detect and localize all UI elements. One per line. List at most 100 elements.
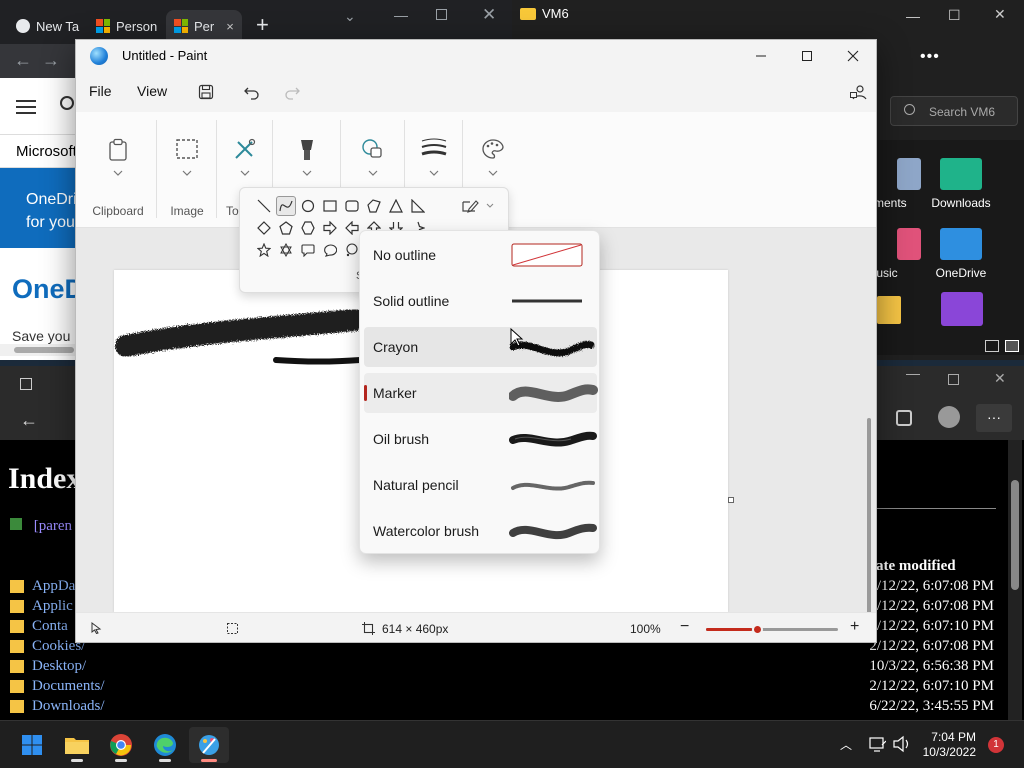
shape-pentagon[interactable] <box>276 218 296 238</box>
list-item[interactable]: Downloads/ <box>10 698 105 715</box>
maximize-icon[interactable] <box>948 374 959 385</box>
chevron-down-icon[interactable] <box>488 170 498 176</box>
shape-rectangle[interactable] <box>320 196 340 216</box>
collections-icon[interactable] <box>896 410 912 426</box>
zoom-in-button[interactable]: + <box>850 618 859 636</box>
chevron-down-icon[interactable] <box>182 170 192 176</box>
shape-rounded-rectangle[interactable] <box>342 196 362 216</box>
shape-hexagon[interactable] <box>298 218 318 238</box>
chevron-down-icon[interactable] <box>113 170 123 176</box>
menu-item-oil-brush[interactable]: Oil brush <box>364 419 597 459</box>
chevron-up-icon[interactable]: ︿ <box>840 736 852 753</box>
brush-icon[interactable] <box>297 138 317 164</box>
maximize-icon[interactable] <box>436 9 447 20</box>
start-button[interactable] <box>12 727 52 763</box>
list-item[interactable]: Conta <box>10 618 68 635</box>
redo-button[interactable] <box>278 80 306 104</box>
shape-curve[interactable] <box>276 196 296 216</box>
forward-icon[interactable]: → <box>42 50 60 71</box>
volume-icon[interactable] <box>892 735 912 753</box>
search-icon[interactable] <box>60 96 74 110</box>
taskbar-file-explorer[interactable] <box>57 727 97 763</box>
column-header-modified[interactable]: ate modified <box>876 558 956 575</box>
network-icon[interactable] <box>868 735 886 753</box>
shapes-icon[interactable] <box>361 138 385 160</box>
shape-right-arrow[interactable] <box>320 218 340 238</box>
menu-item-solid-outline[interactable]: Solid outline <box>364 281 597 321</box>
tab-actions-icon[interactable] <box>20 378 32 390</box>
back-icon[interactable]: ← <box>14 50 32 71</box>
minimize-icon[interactable] <box>906 374 920 375</box>
menu-item-natural-pencil[interactable]: Natural pencil <box>364 465 597 505</box>
videos-icon[interactable] <box>941 292 983 326</box>
list-item[interactable]: Documents/ <box>10 678 105 695</box>
select-icon[interactable] <box>175 138 199 160</box>
shape-callout-oval[interactable] <box>320 240 340 260</box>
save-button[interactable] <box>192 80 220 104</box>
paste-icon[interactable] <box>107 138 129 162</box>
undo-button[interactable] <box>238 80 266 104</box>
vertical-scrollbar[interactable] <box>1008 440 1022 720</box>
menu-file[interactable]: File <box>89 83 112 99</box>
zoom-slider-thumb[interactable] <box>752 624 763 635</box>
minimize-icon[interactable] <box>394 16 408 17</box>
chevron-down-icon[interactable] <box>429 170 439 176</box>
chevron-down-icon[interactable] <box>302 170 312 176</box>
folder-icon[interactable] <box>877 296 901 324</box>
shape-line[interactable] <box>254 196 274 216</box>
vertical-scrollbar[interactable] <box>867 418 871 612</box>
more-options-button[interactable]: ••• <box>920 48 940 66</box>
menu-item-watercolor-brush[interactable]: Watercolor brush <box>364 511 597 551</box>
browser-tab[interactable]: New Ta <box>8 10 86 42</box>
zoom-out-button[interactable]: − <box>680 618 689 636</box>
chevron-down-icon[interactable] <box>368 170 378 176</box>
zoom-level[interactable]: 100% <box>630 622 661 636</box>
shape-triangle[interactable] <box>386 196 406 216</box>
menu-view[interactable]: View <box>137 83 167 99</box>
shape-polygon[interactable] <box>364 196 384 216</box>
maximize-icon[interactable]: ☐ <box>948 7 961 24</box>
shape-oval[interactable] <box>298 196 318 216</box>
taskbar-paint[interactable] <box>189 727 229 763</box>
close-button[interactable] <box>830 44 876 68</box>
notification-badge[interactable]: 1 <box>988 737 1004 753</box>
chevron-down-icon[interactable]: ⌄ <box>344 8 356 25</box>
minimize-button[interactable] <box>738 44 784 68</box>
taskbar-chrome[interactable] <box>101 727 141 763</box>
shape-right-triangle[interactable] <box>408 196 428 216</box>
folder-onedrive[interactable]: OneDrive <box>921 228 1001 280</box>
list-item[interactable]: Desktop/ <box>10 658 86 675</box>
minimize-icon[interactable]: — <box>906 8 920 24</box>
menu-item-crayon[interactable]: Crayon <box>364 327 597 367</box>
settings-more-button[interactable]: ··· <box>976 404 1012 432</box>
resize-handle[interactable] <box>728 497 734 503</box>
chevron-down-icon[interactable] <box>240 170 250 176</box>
shape-six-point-star[interactable] <box>276 240 296 260</box>
folder-downloads[interactable]: Downloads <box>921 158 1001 210</box>
menu-item-no-outline[interactable]: No outline <box>364 235 597 275</box>
profile-avatar[interactable] <box>938 406 960 428</box>
maximize-button[interactable] <box>784 44 830 68</box>
close-icon[interactable]: ✕ <box>994 370 1006 387</box>
back-icon[interactable]: ← <box>20 410 38 431</box>
account-button[interactable] <box>844 80 872 104</box>
close-icon[interactable]: ✕ <box>994 6 1006 23</box>
close-icon[interactable]: × <box>226 19 234 34</box>
shape-diamond[interactable] <box>254 218 274 238</box>
palette-icon[interactable] <box>481 138 505 160</box>
parent-link[interactable]: [paren <box>10 518 72 535</box>
outline-dropdown-button[interactable] <box>458 196 498 216</box>
size-icon[interactable] <box>421 138 447 158</box>
tools-icon[interactable] <box>232 138 258 162</box>
hamburger-menu-icon[interactable] <box>16 100 36 118</box>
close-icon[interactable]: ✕ <box>482 5 496 25</box>
tiles-view-icon[interactable] <box>1005 340 1019 352</box>
browser-tab[interactable]: Person <box>88 10 166 42</box>
shape-five-point-star[interactable] <box>254 240 274 260</box>
details-view-icon[interactable] <box>985 340 999 352</box>
list-item[interactable]: AppDa <box>10 578 75 595</box>
clock[interactable]: 7:04 PM 10/3/2022 <box>923 730 976 760</box>
taskbar-edge[interactable] <box>145 727 185 763</box>
browser-tab-active[interactable]: Per × <box>166 10 242 42</box>
new-tab-button[interactable]: + <box>256 12 269 38</box>
